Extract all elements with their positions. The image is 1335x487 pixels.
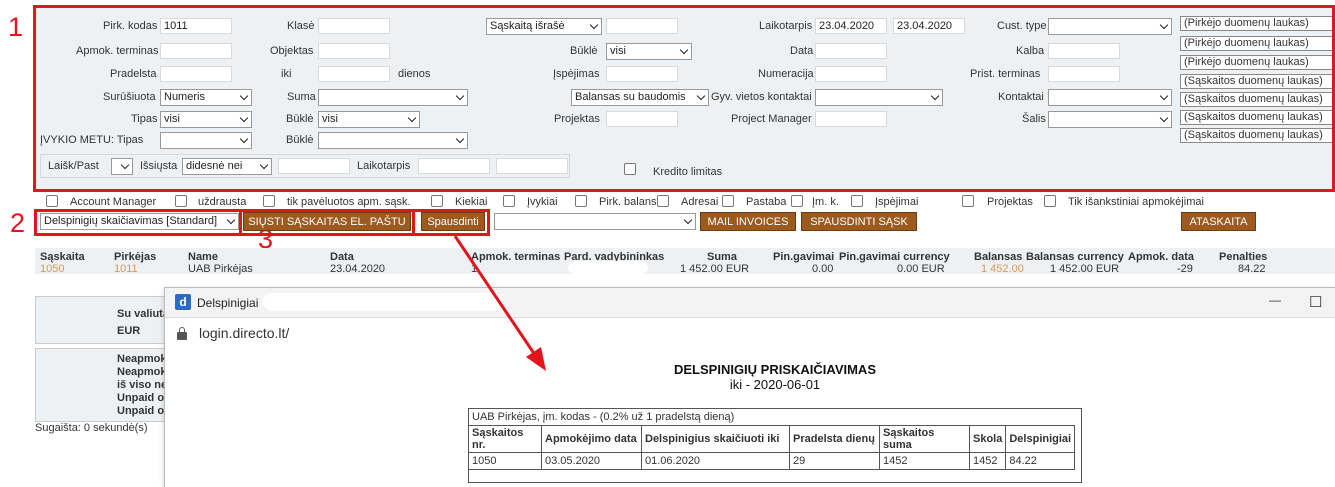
annotation-arrow	[453, 235, 546, 371]
